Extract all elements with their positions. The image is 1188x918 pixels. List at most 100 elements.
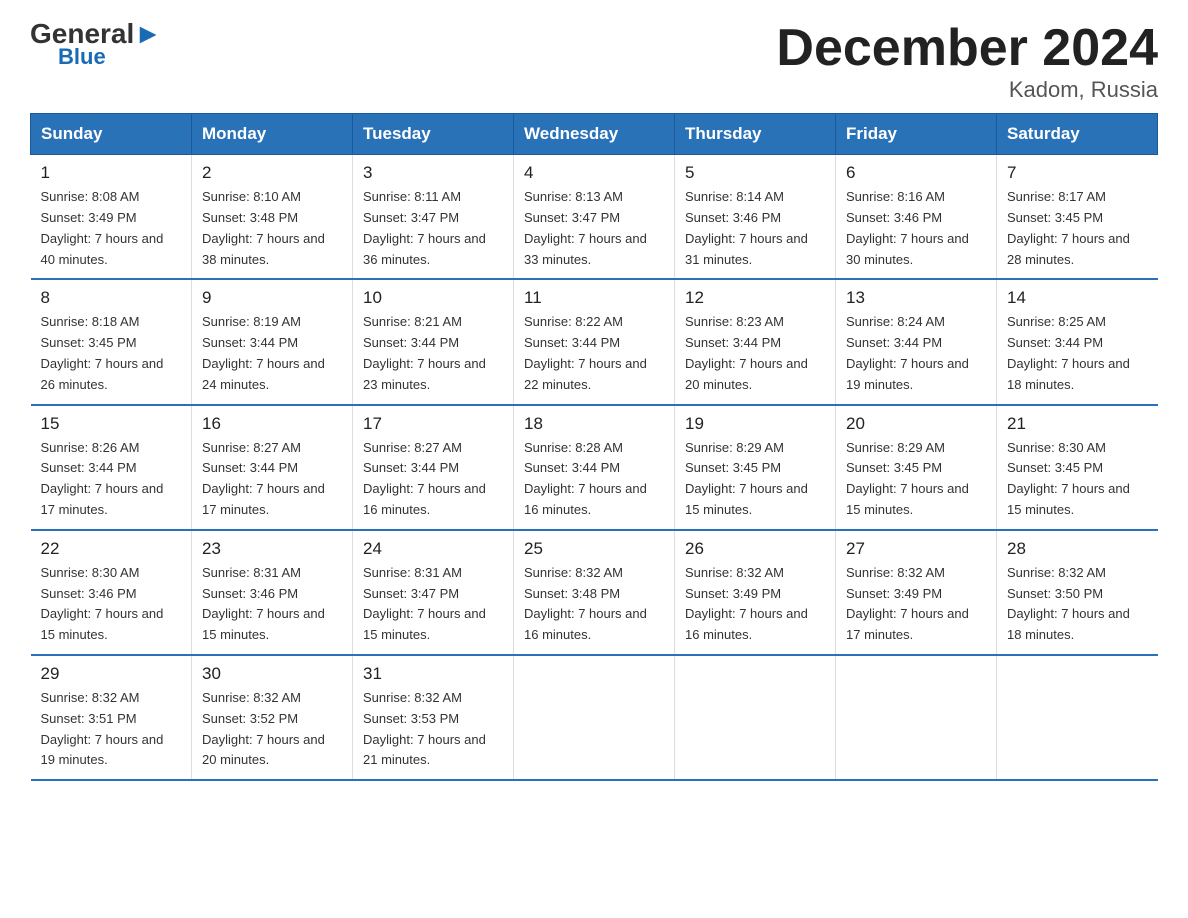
- table-row: [514, 655, 675, 780]
- sunrise-label: Sunrise: 8:27 AM: [202, 440, 301, 455]
- table-row: 22 Sunrise: 8:30 AM Sunset: 3:46 PM Dayl…: [31, 530, 192, 655]
- sunrise-label: Sunrise: 8:30 AM: [1007, 440, 1106, 455]
- sunset-label: Sunset: 3:49 PM: [846, 586, 942, 601]
- sunset-label: Sunset: 3:46 PM: [846, 210, 942, 225]
- col-wednesday: Wednesday: [514, 114, 675, 155]
- day-info: Sunrise: 8:32 AM Sunset: 3:49 PM Dayligh…: [685, 563, 825, 646]
- daylight-label: Daylight: 7 hours and 30 minutes.: [846, 231, 969, 267]
- day-info: Sunrise: 8:18 AM Sunset: 3:45 PM Dayligh…: [41, 312, 182, 395]
- sunset-label: Sunset: 3:44 PM: [202, 335, 298, 350]
- sunset-label: Sunset: 3:49 PM: [41, 210, 137, 225]
- day-info: Sunrise: 8:25 AM Sunset: 3:44 PM Dayligh…: [1007, 312, 1148, 395]
- daylight-label: Daylight: 7 hours and 15 minutes.: [685, 481, 808, 517]
- sunrise-label: Sunrise: 8:26 AM: [41, 440, 140, 455]
- table-row: 19 Sunrise: 8:29 AM Sunset: 3:45 PM Dayl…: [675, 405, 836, 530]
- daylight-label: Daylight: 7 hours and 19 minutes.: [846, 356, 969, 392]
- day-number: 28: [1007, 539, 1148, 559]
- day-number: 13: [846, 288, 986, 308]
- sunset-label: Sunset: 3:45 PM: [41, 335, 137, 350]
- sunset-label: Sunset: 3:47 PM: [363, 210, 459, 225]
- calendar-week-row: 8 Sunrise: 8:18 AM Sunset: 3:45 PM Dayli…: [31, 279, 1158, 404]
- day-number: 31: [363, 664, 503, 684]
- day-info: Sunrise: 8:26 AM Sunset: 3:44 PM Dayligh…: [41, 438, 182, 521]
- daylight-label: Daylight: 7 hours and 19 minutes.: [41, 732, 164, 768]
- table-row: 27 Sunrise: 8:32 AM Sunset: 3:49 PM Dayl…: [836, 530, 997, 655]
- calendar-week-row: 1 Sunrise: 8:08 AM Sunset: 3:49 PM Dayli…: [31, 155, 1158, 280]
- sunset-label: Sunset: 3:47 PM: [524, 210, 620, 225]
- table-row: [997, 655, 1158, 780]
- sunrise-label: Sunrise: 8:17 AM: [1007, 189, 1106, 204]
- day-number: 21: [1007, 414, 1148, 434]
- day-number: 26: [685, 539, 825, 559]
- table-row: 29 Sunrise: 8:32 AM Sunset: 3:51 PM Dayl…: [31, 655, 192, 780]
- sunrise-label: Sunrise: 8:32 AM: [685, 565, 784, 580]
- table-row: 21 Sunrise: 8:30 AM Sunset: 3:45 PM Dayl…: [997, 405, 1158, 530]
- sunrise-label: Sunrise: 8:18 AM: [41, 314, 140, 329]
- table-row: 10 Sunrise: 8:21 AM Sunset: 3:44 PM Dayl…: [353, 279, 514, 404]
- day-number: 19: [685, 414, 825, 434]
- sunrise-label: Sunrise: 8:31 AM: [202, 565, 301, 580]
- sunset-label: Sunset: 3:44 PM: [524, 335, 620, 350]
- sunrise-label: Sunrise: 8:19 AM: [202, 314, 301, 329]
- day-info: Sunrise: 8:32 AM Sunset: 3:49 PM Dayligh…: [846, 563, 986, 646]
- sunset-label: Sunset: 3:45 PM: [685, 460, 781, 475]
- col-tuesday: Tuesday: [353, 114, 514, 155]
- day-number: 14: [1007, 288, 1148, 308]
- day-number: 4: [524, 163, 664, 183]
- sunset-label: Sunset: 3:46 PM: [202, 586, 298, 601]
- sunrise-label: Sunrise: 8:11 AM: [363, 189, 461, 204]
- sunset-label: Sunset: 3:45 PM: [1007, 460, 1103, 475]
- table-row: 23 Sunrise: 8:31 AM Sunset: 3:46 PM Dayl…: [192, 530, 353, 655]
- sunset-label: Sunset: 3:45 PM: [1007, 210, 1103, 225]
- daylight-label: Daylight: 7 hours and 16 minutes.: [363, 481, 486, 517]
- table-row: 9 Sunrise: 8:19 AM Sunset: 3:44 PM Dayli…: [192, 279, 353, 404]
- col-saturday: Saturday: [997, 114, 1158, 155]
- table-row: 25 Sunrise: 8:32 AM Sunset: 3:48 PM Dayl…: [514, 530, 675, 655]
- table-row: 15 Sunrise: 8:26 AM Sunset: 3:44 PM Dayl…: [31, 405, 192, 530]
- table-row: 16 Sunrise: 8:27 AM Sunset: 3:44 PM Dayl…: [192, 405, 353, 530]
- day-info: Sunrise: 8:32 AM Sunset: 3:52 PM Dayligh…: [202, 688, 342, 771]
- col-sunday: Sunday: [31, 114, 192, 155]
- sunset-label: Sunset: 3:46 PM: [685, 210, 781, 225]
- day-info: Sunrise: 8:30 AM Sunset: 3:46 PM Dayligh…: [41, 563, 182, 646]
- table-row: 12 Sunrise: 8:23 AM Sunset: 3:44 PM Dayl…: [675, 279, 836, 404]
- daylight-label: Daylight: 7 hours and 40 minutes.: [41, 231, 164, 267]
- day-info: Sunrise: 8:28 AM Sunset: 3:44 PM Dayligh…: [524, 438, 664, 521]
- day-number: 8: [41, 288, 182, 308]
- day-info: Sunrise: 8:13 AM Sunset: 3:47 PM Dayligh…: [524, 187, 664, 270]
- day-info: Sunrise: 8:29 AM Sunset: 3:45 PM Dayligh…: [846, 438, 986, 521]
- daylight-label: Daylight: 7 hours and 15 minutes.: [363, 606, 486, 642]
- day-info: Sunrise: 8:22 AM Sunset: 3:44 PM Dayligh…: [524, 312, 664, 395]
- daylight-label: Daylight: 7 hours and 17 minutes.: [41, 481, 164, 517]
- day-info: Sunrise: 8:14 AM Sunset: 3:46 PM Dayligh…: [685, 187, 825, 270]
- col-friday: Friday: [836, 114, 997, 155]
- daylight-label: Daylight: 7 hours and 24 minutes.: [202, 356, 325, 392]
- sunset-label: Sunset: 3:44 PM: [363, 335, 459, 350]
- day-number: 11: [524, 288, 664, 308]
- day-number: 27: [846, 539, 986, 559]
- calendar-week-row: 29 Sunrise: 8:32 AM Sunset: 3:51 PM Dayl…: [31, 655, 1158, 780]
- day-info: Sunrise: 8:21 AM Sunset: 3:44 PM Dayligh…: [363, 312, 503, 395]
- daylight-label: Daylight: 7 hours and 22 minutes.: [524, 356, 647, 392]
- daylight-label: Daylight: 7 hours and 15 minutes.: [846, 481, 969, 517]
- day-number: 12: [685, 288, 825, 308]
- table-row: 5 Sunrise: 8:14 AM Sunset: 3:46 PM Dayli…: [675, 155, 836, 280]
- day-info: Sunrise: 8:27 AM Sunset: 3:44 PM Dayligh…: [363, 438, 503, 521]
- daylight-label: Daylight: 7 hours and 20 minutes.: [202, 732, 325, 768]
- location-label: Kadom, Russia: [776, 77, 1158, 103]
- day-number: 10: [363, 288, 503, 308]
- table-row: 20 Sunrise: 8:29 AM Sunset: 3:45 PM Dayl…: [836, 405, 997, 530]
- daylight-label: Daylight: 7 hours and 38 minutes.: [202, 231, 325, 267]
- sunset-label: Sunset: 3:48 PM: [202, 210, 298, 225]
- day-number: 15: [41, 414, 182, 434]
- sunrise-label: Sunrise: 8:29 AM: [685, 440, 784, 455]
- day-info: Sunrise: 8:24 AM Sunset: 3:44 PM Dayligh…: [846, 312, 986, 395]
- sunset-label: Sunset: 3:48 PM: [524, 586, 620, 601]
- sunrise-label: Sunrise: 8:23 AM: [685, 314, 784, 329]
- calendar-table: Sunday Monday Tuesday Wednesday Thursday…: [30, 113, 1158, 781]
- table-row: 30 Sunrise: 8:32 AM Sunset: 3:52 PM Dayl…: [192, 655, 353, 780]
- daylight-label: Daylight: 7 hours and 18 minutes.: [1007, 606, 1130, 642]
- day-info: Sunrise: 8:32 AM Sunset: 3:48 PM Dayligh…: [524, 563, 664, 646]
- page-header: General► Blue December 2024 Kadom, Russi…: [30, 20, 1158, 103]
- day-info: Sunrise: 8:32 AM Sunset: 3:53 PM Dayligh…: [363, 688, 503, 771]
